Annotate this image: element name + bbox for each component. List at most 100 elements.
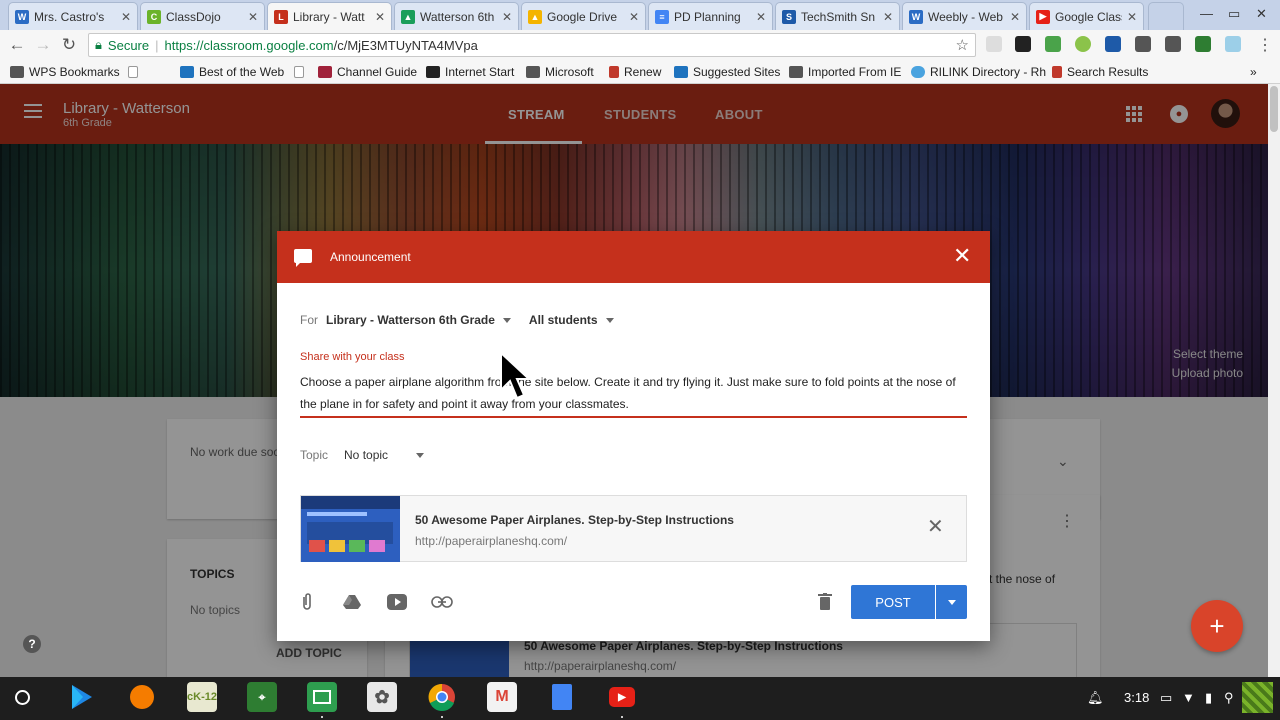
browser-tab[interactable]: C ClassDojo ✕ xyxy=(140,2,265,30)
trash-icon[interactable] xyxy=(814,591,836,613)
youtube-app-icon[interactable]: ▶ xyxy=(607,682,637,712)
browser-tab[interactable]: S TechSmith Sn ✕ xyxy=(775,2,900,30)
qr-code-extension-icon[interactable] xyxy=(1015,36,1031,52)
bookmark-item[interactable]: Internet Start xyxy=(426,63,514,81)
maximize-icon[interactable]: ▭ xyxy=(1228,6,1240,22)
address-bar[interactable]: 🔒︎ Secure | https://classroom.google.com… xyxy=(88,33,976,57)
close-icon[interactable]: ✕ xyxy=(1127,10,1137,24)
bookmark-item[interactable]: Renew xyxy=(609,63,661,81)
extension-icon[interactable] xyxy=(1135,36,1151,52)
create-post-fab-button[interactable]: + xyxy=(1191,600,1243,652)
bookmark-item[interactable] xyxy=(128,63,138,81)
extension-icon[interactable] xyxy=(1225,36,1241,52)
tab-favicon-icon: ▲ xyxy=(528,9,542,24)
extension-icon[interactable] xyxy=(986,36,1002,52)
bookmark-item[interactable]: Search Results xyxy=(1052,63,1148,81)
attachment-title[interactable]: 50 Awesome Paper Airplanes. Step-by-Step… xyxy=(415,513,734,527)
attachment-url[interactable]: http://paperairplaneshq.com/ xyxy=(415,534,567,548)
battery-icon[interactable]: ▮ xyxy=(1205,690,1212,706)
cast-icon[interactable] xyxy=(1195,36,1211,52)
close-icon[interactable]: ✕ xyxy=(953,244,971,268)
bookmark-item[interactable]: Channel Guide xyxy=(318,63,417,81)
browser-menu-icon[interactable]: ⋮ xyxy=(1257,35,1273,55)
topic-select[interactable]: No topic xyxy=(344,448,425,462)
launcher-icon[interactable] xyxy=(15,690,30,705)
user-avatar[interactable] xyxy=(1242,682,1273,713)
bookmark-item[interactable]: Suggested Sites xyxy=(674,63,780,81)
play-store-icon[interactable] xyxy=(67,682,97,712)
browser-tab[interactable]: ▶ Google Class ✕ xyxy=(1029,2,1144,30)
back-icon[interactable]: ← xyxy=(5,33,29,57)
msn-icon xyxy=(426,66,440,78)
tab-title: TechSmith Sn xyxy=(801,9,876,24)
close-icon[interactable]: ✕ xyxy=(248,10,258,24)
page-icon xyxy=(294,66,304,78)
renew-icon xyxy=(1052,66,1062,78)
remove-attachment-icon[interactable]: ✕ xyxy=(927,516,944,538)
forward-icon[interactable]: → xyxy=(31,33,55,57)
tree-app-icon[interactable]: ✿ xyxy=(367,682,397,712)
attach-file-icon[interactable] xyxy=(296,591,318,613)
attachment-thumbnail xyxy=(301,496,400,562)
bookmark-item[interactable]: WPS Bookmarks xyxy=(10,63,120,81)
browser-toolbar: ← → ↻ 🔒︎ Secure | https://classroom.goog… xyxy=(0,30,1280,60)
wifi-icon[interactable]: ▼ xyxy=(1182,690,1195,705)
browser-tab[interactable]: W Weebly - Web ✕ xyxy=(902,2,1027,30)
browser-tab-active[interactable]: L Library - Watt ✕ xyxy=(267,2,392,30)
maps-icon[interactable]: ⌖ xyxy=(247,682,277,712)
app-icon[interactable] xyxy=(127,682,157,712)
bookmark-item[interactable]: RILINK Directory - Rh xyxy=(911,63,1046,81)
extension-icon[interactable] xyxy=(1075,36,1091,52)
snagit-extension-icon[interactable] xyxy=(1105,36,1121,52)
google-docs-icon[interactable] xyxy=(547,682,577,712)
bookmark-item[interactable]: Best of the Web xyxy=(180,63,284,81)
new-tab-button[interactable] xyxy=(1148,2,1184,30)
class-select[interactable]: Library - Watterson 6th Grade xyxy=(326,313,511,327)
close-icon[interactable]: ✕ xyxy=(883,10,893,24)
browser-tab[interactable]: ≡ PD Planning ✕ xyxy=(648,2,773,30)
help-icon[interactable]: ? xyxy=(23,635,41,653)
close-icon[interactable]: ✕ xyxy=(629,10,639,24)
account-icon[interactable]: ⚲ xyxy=(1224,690,1234,706)
reload-icon[interactable]: ↻ xyxy=(57,33,81,57)
gmail-icon[interactable]: M xyxy=(487,682,517,712)
link-attachment[interactable]: 50 Awesome Paper Airplanes. Step-by-Step… xyxy=(300,495,967,562)
close-window-icon[interactable]: ✕ xyxy=(1256,6,1267,22)
close-icon[interactable]: ✕ xyxy=(1010,10,1020,24)
post-button[interactable]: POST xyxy=(851,585,935,619)
screen-icon[interactable]: ▭ xyxy=(1160,690,1172,706)
extension-icon[interactable] xyxy=(1045,36,1061,52)
extension-icon[interactable] xyxy=(1165,36,1181,52)
bookmarks-overflow[interactable]: » xyxy=(1250,63,1257,81)
browser-tab[interactable]: ▲ Watterson 6th ✕ xyxy=(394,2,519,30)
bookmark-item[interactable] xyxy=(294,63,304,81)
chrome-icon[interactable] xyxy=(427,682,457,712)
students-select[interactable]: All students xyxy=(529,313,614,327)
youtube-icon[interactable] xyxy=(386,591,408,613)
close-icon[interactable]: ✕ xyxy=(375,10,385,24)
bookmark-item[interactable]: Microsoft xyxy=(526,63,594,81)
notification-bell-icon[interactable]: 🔔︎ xyxy=(1087,690,1104,706)
page-scrollbar[interactable] xyxy=(1268,84,1280,677)
close-icon[interactable]: ✕ xyxy=(756,10,766,24)
google-drive-icon[interactable] xyxy=(341,591,363,613)
close-icon[interactable]: ✕ xyxy=(121,10,131,24)
ck12-icon[interactable]: cK-12 xyxy=(187,682,217,712)
link-icon[interactable] xyxy=(431,591,453,613)
close-icon[interactable]: ✕ xyxy=(502,10,512,24)
browser-tab[interactable]: ▲ Google Drive ✕ xyxy=(521,2,646,30)
browser-tab[interactable]: W Mrs. Castro's ✕ xyxy=(8,2,138,30)
bookmark-item[interactable]: Imported From IE xyxy=(789,63,901,81)
browser-tab-strip: W Mrs. Castro's ✕ C ClassDojo ✕ L Librar… xyxy=(0,0,1280,30)
scrollbar-thumb[interactable] xyxy=(1270,86,1278,132)
post-options-dropdown[interactable] xyxy=(936,585,967,619)
bookmark-star-icon[interactable]: ☆ xyxy=(956,36,969,54)
dialog-header: Announcement ✕ xyxy=(277,231,990,283)
url-path: /c/MjE3MTUyNTA4MVpa xyxy=(333,37,478,53)
google-classroom-icon[interactable] xyxy=(307,682,337,712)
tab-title: Mrs. Castro's xyxy=(34,9,105,24)
clock[interactable]: 3:18 xyxy=(1124,690,1149,705)
mouse-pointer-icon xyxy=(500,352,532,400)
announcement-textarea[interactable]: Choose a paper airplane algorithm from t… xyxy=(300,371,967,415)
minimize-icon[interactable]: — xyxy=(1200,6,1213,21)
